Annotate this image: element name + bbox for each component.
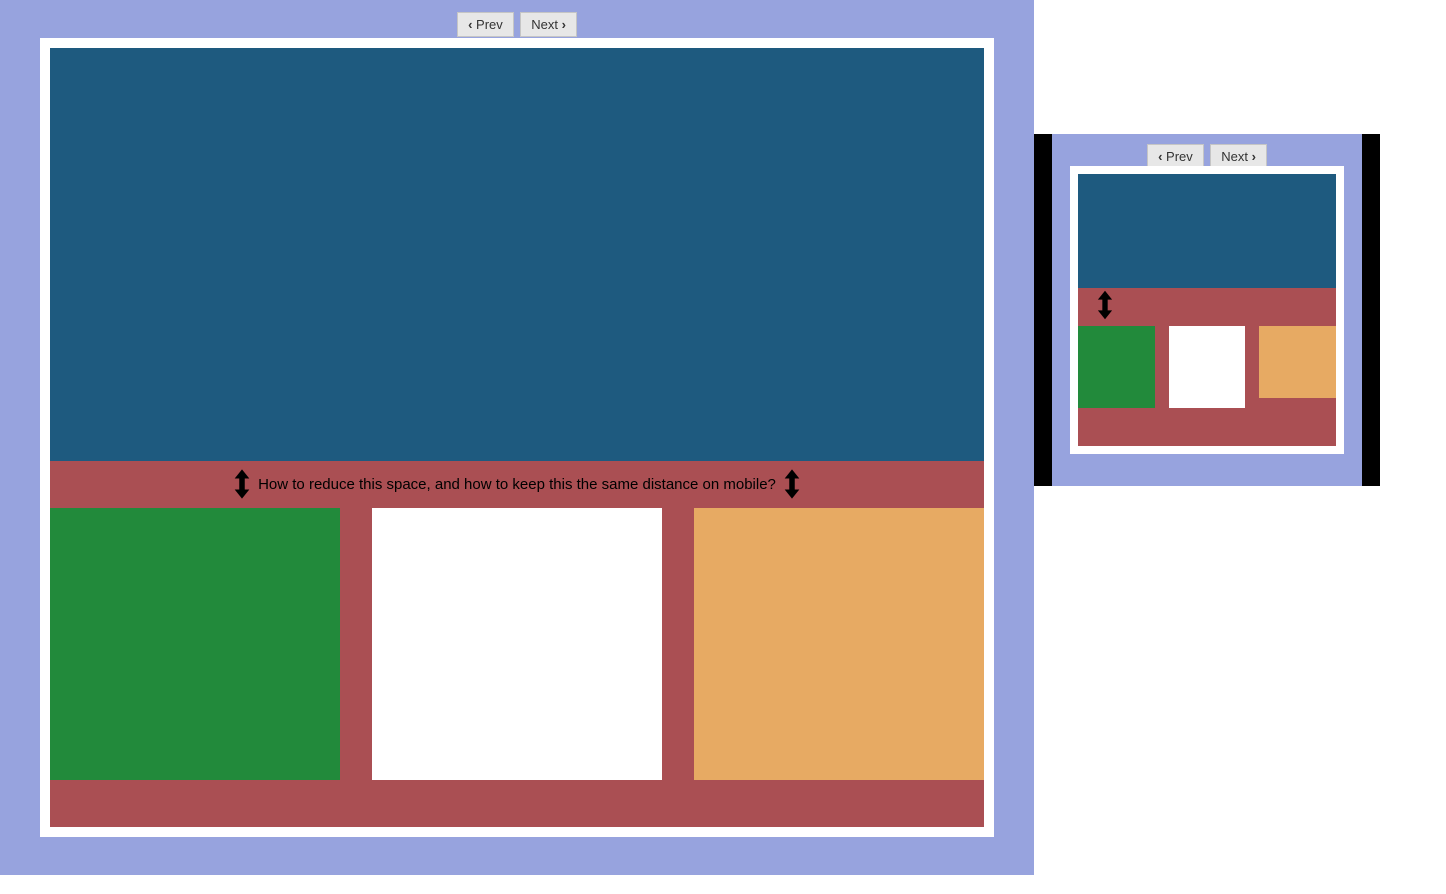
mobile-card (1070, 166, 1344, 454)
annotation-text: How to reduce this space, and how to kee… (258, 476, 776, 493)
next-button-label: Next (531, 17, 558, 32)
desktop-nav-bar: ‹ Prev Next › (0, 12, 1034, 37)
chevron-left-icon: ‹ (1158, 149, 1162, 164)
mobile-mock-bezel: ‹ Prev Next › (1034, 134, 1380, 486)
mobile-mock-frame: ‹ Prev Next › (1052, 134, 1362, 486)
mobile-section (1078, 174, 1336, 446)
spacing-annotation-row (1078, 288, 1336, 326)
tile-row (1078, 326, 1336, 408)
vertical-arrow-icon (230, 468, 254, 500)
spacing-annotation-row: How to reduce this space, and how to kee… (50, 461, 984, 508)
tile-white (372, 508, 662, 781)
vertical-arrow-icon (1094, 289, 1116, 326)
chevron-right-icon: › (562, 17, 566, 32)
hero-block (1078, 174, 1336, 288)
tile-orange (1259, 326, 1336, 398)
tile-orange (694, 508, 984, 781)
chevron-left-icon: ‹ (468, 17, 472, 32)
chevron-right-icon: › (1252, 149, 1256, 164)
prev-button-label: Prev (1166, 149, 1193, 164)
next-button-label: Next (1221, 149, 1248, 164)
desktop-section: How to reduce this space, and how to kee… (50, 48, 984, 827)
desktop-mock-frame: ‹ Prev Next › How to reduce this space, … (0, 0, 1034, 875)
tile-row (50, 508, 984, 781)
tile-white (1169, 326, 1246, 408)
prev-button[interactable]: ‹ Prev (457, 12, 514, 37)
prev-button-label: Prev (476, 17, 503, 32)
next-button[interactable]: Next › (520, 12, 577, 37)
vertical-arrow-icon (780, 468, 804, 500)
tile-green (1078, 326, 1155, 408)
tile-green (50, 508, 340, 781)
hero-block (50, 48, 984, 461)
desktop-card: How to reduce this space, and how to kee… (40, 38, 994, 837)
